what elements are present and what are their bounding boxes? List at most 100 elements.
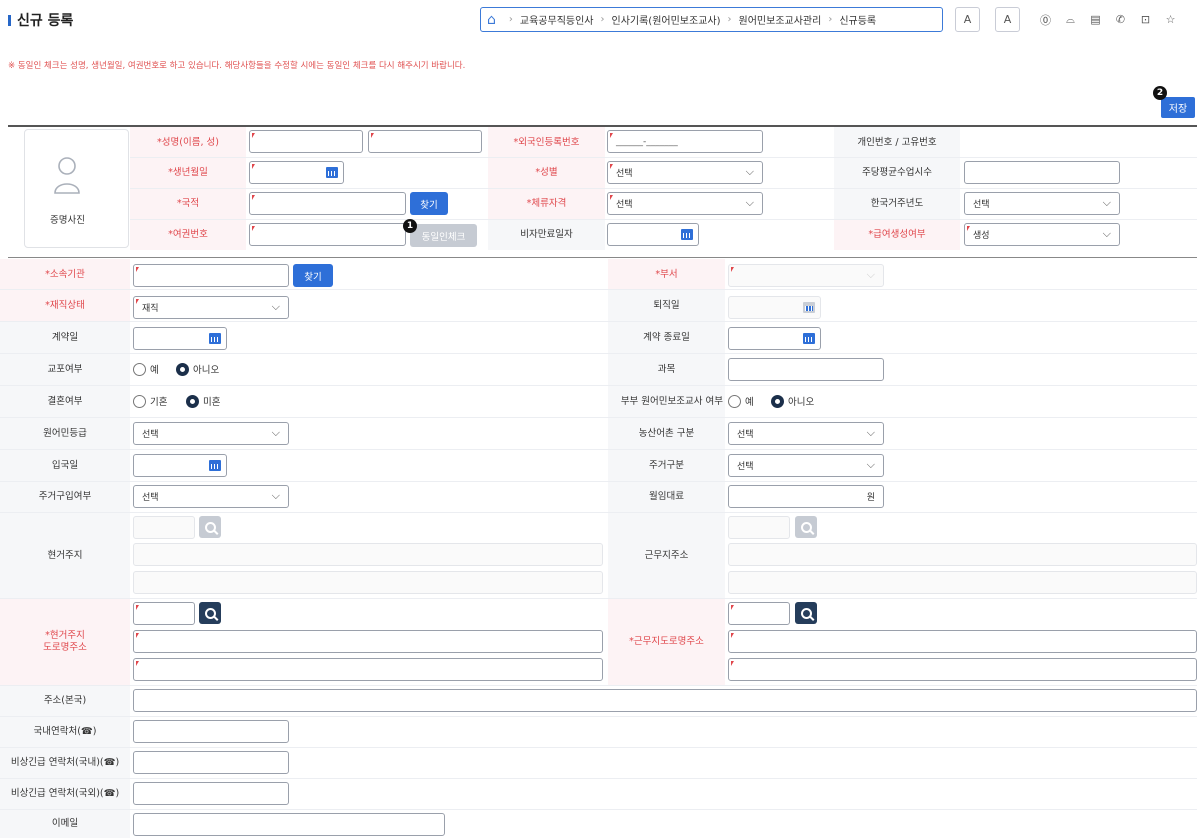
- label-line: 도로명주소: [43, 642, 87, 653]
- home-icon[interactable]: ⌂: [487, 12, 496, 28]
- korea-years-select[interactable]: 선택: [964, 192, 1120, 215]
- manual-icon[interactable]: ⊡: [1133, 7, 1158, 32]
- visa-status-select[interactable]: 선택: [607, 192, 763, 215]
- radio-icon: [133, 362, 146, 376]
- organization-label: *소속기관: [45, 268, 85, 280]
- document-icon[interactable]: ▤: [1083, 7, 1108, 32]
- email-input[interactable]: [133, 813, 445, 836]
- breadcrumb-item[interactable]: 신규등록: [839, 12, 876, 27]
- emergency-overseas-input[interactable]: [133, 782, 289, 805]
- search-button[interactable]: [199, 602, 221, 624]
- housing-purchase-select[interactable]: 선택: [133, 485, 289, 508]
- work-road-address-detail-input[interactable]: [728, 658, 1197, 681]
- home-country-address-label: 주소(본국): [43, 695, 87, 706]
- housing-type-select[interactable]: 선택: [728, 454, 884, 477]
- grade-select[interactable]: 선택: [133, 422, 289, 445]
- save-button[interactable]: 저장: [1161, 97, 1195, 118]
- chevron-right-icon: ›: [828, 14, 833, 25]
- employment-status-select[interactable]: 재직: [133, 296, 289, 319]
- favorite-star-icon[interactable]: ☆: [1158, 7, 1183, 32]
- breadcrumb-item[interactable]: 원어민보조교사관리: [739, 12, 822, 27]
- salary-creation-label: *급여생성여부: [868, 229, 926, 240]
- visa-status-label: *체류자격: [526, 198, 567, 209]
- radio-label: 아니오: [788, 397, 815, 408]
- alien-number-label: *외국인등록번호: [513, 136, 580, 148]
- grade-label: 원어민등급: [43, 427, 87, 439]
- visa-expire-input[interactable]: [607, 223, 699, 246]
- find-organization-button[interactable]: 찾기: [293, 264, 333, 287]
- search-icon: [204, 607, 216, 619]
- first-name-input[interactable]: [249, 130, 363, 153]
- search-icon: [800, 521, 812, 533]
- chevron-right-icon: ›: [727, 14, 732, 25]
- font-increase-button[interactable]: A: [995, 7, 1020, 32]
- page-title: 신규 등록: [8, 10, 73, 30]
- search-button[interactable]: [795, 602, 817, 624]
- font-decrease-button[interactable]: A: [955, 7, 980, 32]
- person-icon: [54, 157, 80, 194]
- radio-label: 예: [745, 397, 754, 408]
- alien-number-input[interactable]: ______-_______: [607, 130, 763, 153]
- work-address-detail-input: [728, 571, 1197, 594]
- entry-date-input[interactable]: [133, 454, 227, 477]
- monthly-rent-input[interactable]: 원: [728, 485, 884, 508]
- contract-end-input[interactable]: [728, 327, 821, 350]
- current-road-address-detail-input[interactable]: [133, 658, 603, 681]
- breadcrumb-item[interactable]: 교육공무직등인사: [520, 12, 594, 27]
- emergency-overseas-label: 비상긴급 연락처(국외)(☎): [10, 788, 120, 799]
- radio-checked-icon: [186, 394, 199, 408]
- birth-date-input[interactable]: [249, 161, 344, 184]
- spouse-no-radio[interactable]: 아니오: [771, 394, 814, 408]
- domestic-phone-label: 국내연락처(☎): [33, 726, 97, 737]
- calendar-icon[interactable]: [681, 229, 693, 240]
- weekly-hours-label: 주당평균수업시수: [862, 167, 932, 178]
- gender-select[interactable]: 선택: [607, 161, 763, 184]
- nationality-input[interactable]: [249, 192, 406, 215]
- last-name-input[interactable]: [368, 130, 482, 153]
- chat-icon[interactable]: ⌓: [1058, 7, 1083, 32]
- work-road-zip-input[interactable]: [728, 602, 790, 625]
- kyopo-no-radio[interactable]: 아니오: [176, 362, 219, 376]
- housing-type-label: 주거구분: [649, 459, 684, 471]
- currency-unit: 원: [866, 493, 875, 503]
- calendar-icon[interactable]: [803, 333, 815, 344]
- emergency-domestic-input[interactable]: [133, 751, 289, 774]
- calendar-icon[interactable]: [209, 333, 221, 344]
- monthly-rent-label: 월임대료: [649, 491, 684, 502]
- organization-input[interactable]: [133, 264, 289, 287]
- visa-expire-label: 비자만료일자: [520, 229, 573, 240]
- phone-icon[interactable]: ✆: [1108, 7, 1133, 32]
- home-country-address-input[interactable]: [133, 689, 1197, 712]
- rural-select[interactable]: 선택: [728, 422, 884, 445]
- contract-date-input[interactable]: [133, 327, 227, 350]
- spouse-yes-radio[interactable]: 예: [728, 394, 754, 408]
- step-badge: 2: [1153, 86, 1167, 100]
- rural-label: 농산어촌 구분: [638, 427, 695, 439]
- calendar-icon[interactable]: [326, 167, 338, 178]
- chevron-right-icon: ›: [600, 14, 605, 25]
- gender-label: *성별: [535, 167, 558, 178]
- current-road-zip-input[interactable]: [133, 602, 195, 625]
- find-nationality-button[interactable]: 찾기: [410, 192, 448, 215]
- weekly-hours-input[interactable]: [964, 161, 1120, 184]
- single-radio[interactable]: 미혼: [186, 394, 220, 408]
- photo-label: 증명사진: [50, 215, 85, 226]
- passport-input[interactable]: [249, 223, 406, 246]
- help-icon[interactable]: ⓪: [1033, 7, 1058, 32]
- kyopo-yes-radio[interactable]: 예: [133, 362, 159, 376]
- current-address-input: [133, 543, 603, 566]
- married-radio[interactable]: 기혼: [133, 394, 167, 408]
- work-road-address-input[interactable]: [728, 630, 1197, 653]
- radio-label: 기혼: [150, 397, 168, 408]
- breadcrumb-item[interactable]: 인사기록(원어민보조교사): [612, 12, 721, 27]
- subject-input[interactable]: [728, 358, 884, 381]
- step-badge: 1: [403, 219, 417, 233]
- marriage-label: 결혼여부: [47, 395, 83, 407]
- duplicate-check-button[interactable]: 동일인체크: [410, 224, 477, 247]
- notice-text: ※ 동일인 체크는 성명, 생년월일, 여권번호로 하고 있습니다. 해당사항들…: [8, 61, 466, 71]
- salary-creation-select[interactable]: 생성: [964, 223, 1120, 246]
- current-road-address-input[interactable]: [133, 630, 603, 653]
- domestic-phone-input[interactable]: [133, 720, 289, 743]
- work-road-address-label: *근무지도로명주소: [629, 636, 704, 647]
- calendar-icon[interactable]: [209, 460, 221, 471]
